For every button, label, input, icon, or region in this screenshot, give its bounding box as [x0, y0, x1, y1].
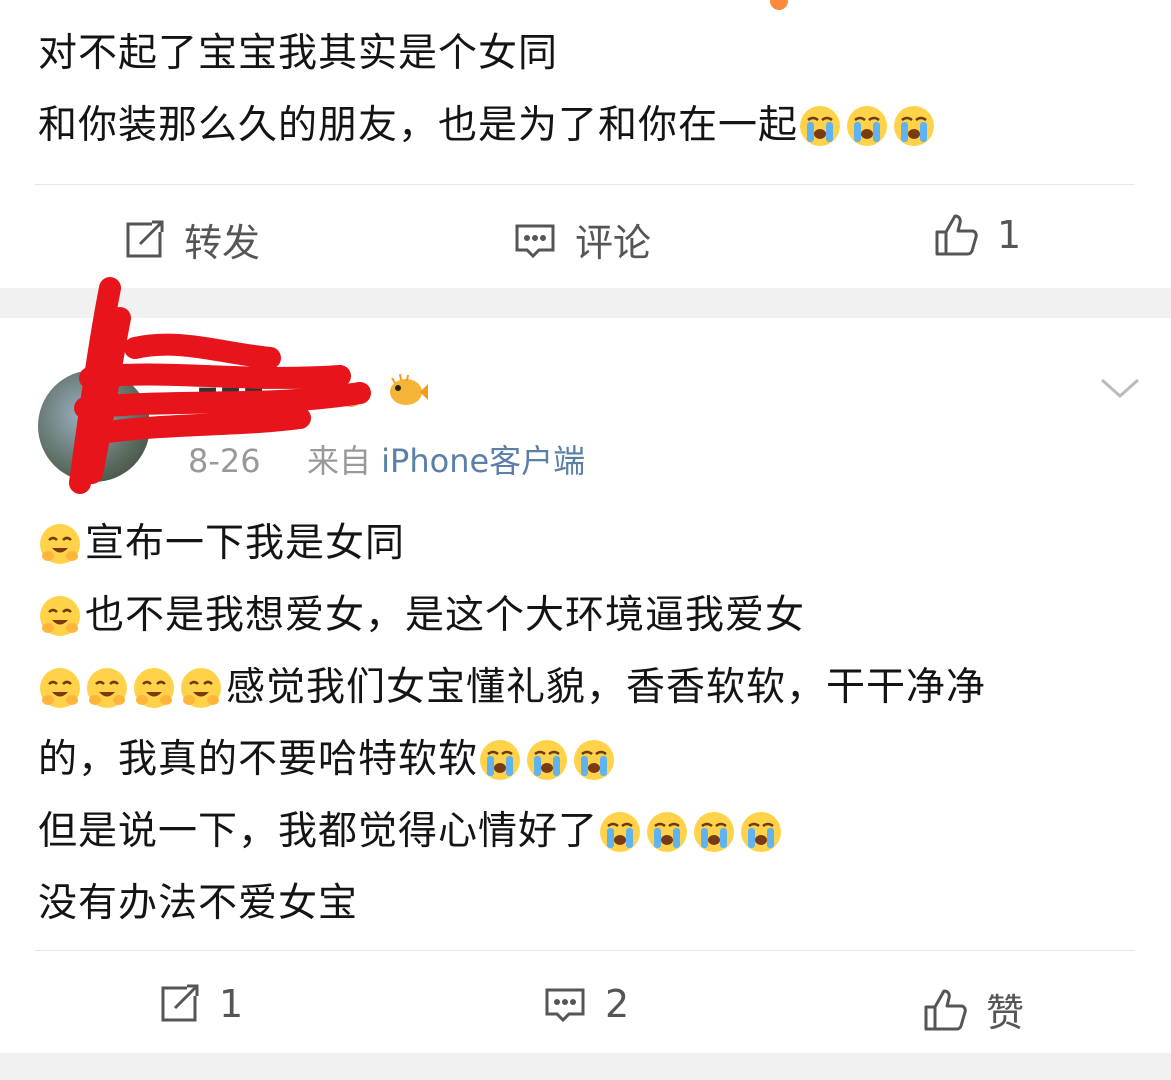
post-line: 宣布一下我是女同: [38, 508, 986, 580]
source-prefix: 来自: [306, 442, 371, 480]
like-button[interactable]: 1: [933, 212, 1021, 258]
divider: [35, 950, 1135, 951]
comment-icon: [545, 988, 585, 1023]
chevron-down-icon[interactable]: [1098, 374, 1142, 402]
repost-icon: [126, 220, 164, 257]
repost-button[interactable]: 1: [157, 982, 243, 1026]
comment-button[interactable]: 2: [543, 982, 629, 1026]
crying-face-icon: [527, 740, 568, 780]
crying-face-icon: [480, 740, 521, 780]
post-line: 感觉我们女宝懂礼貌，香香软软，干干净净: [38, 652, 986, 724]
post-line: 对不起了宝宝我其实是个女同: [38, 18, 939, 90]
crying-face-icon: [741, 812, 782, 852]
divider: [35, 184, 1135, 185]
repost-icon: [161, 984, 199, 1022]
comment-button[interactable]: 评论: [513, 212, 651, 267]
post-line-text: 也不是我想爱女，是这个大环境逼我爱女: [85, 593, 806, 638]
post-line: 也不是我想爱女，是这个大环境逼我爱女: [38, 580, 986, 652]
post-line: 和你装那么久的朋友，也是为了和你在一起: [38, 90, 939, 162]
post-line-text: 和你装那么久的朋友，也是为了和你在一起: [38, 103, 799, 148]
like-button[interactable]: 赞: [922, 982, 1024, 1037]
hugging-face-icon: [40, 596, 80, 636]
crying-face-icon: [647, 812, 688, 852]
thumbs-up-icon: [935, 214, 978, 256]
post-line-text: 对不起了宝宝我其实是个女同: [38, 31, 559, 76]
crying-face-icon: [847, 106, 888, 146]
like-count: 1: [997, 213, 1022, 257]
hugging-face-icon: [40, 524, 80, 564]
notification-dot: [770, 0, 788, 10]
post-date: 8-26: [188, 442, 261, 480]
post-card-1: 对不起了宝宝我其实是个女同 和你装那么久的朋友，也是为了和你在一起 转发 评论 …: [0, 0, 1171, 288]
crying-face-icon: [894, 106, 935, 146]
source-link[interactable]: iPhone客户端: [381, 442, 585, 480]
post-line-text: 宣布一下我是女同: [85, 521, 406, 566]
post-card-2: ▪▪▪ 8-26 来自 iPhone客户端 宣布一下我是女同 也不是我想爱女，是…: [0, 277, 1171, 1053]
hugging-face-icon: [181, 668, 221, 708]
post-meta: 8-26 来自 iPhone客户端: [188, 436, 585, 482]
crying-face-icon: [694, 812, 735, 852]
crying-face-icon: [800, 106, 841, 146]
post-line: 的，我真的不要哈特软软: [38, 724, 986, 796]
hugging-face-icon: [87, 668, 127, 708]
post-line-text: 感觉我们女宝懂礼貌，香香软软，干干净净: [226, 665, 987, 710]
hugging-face-icon: [40, 668, 80, 708]
post-line-text: 没有办法不爱女宝: [38, 881, 359, 926]
post-text: 宣布一下我是女同 也不是我想爱女，是这个大环境逼我爱女 感觉我们女宝懂礼貌，香香…: [38, 508, 986, 940]
repost-count: 1: [219, 982, 244, 1026]
post-line: 没有办法不爱女宝: [38, 868, 986, 940]
comment-count: 2: [605, 982, 630, 1026]
comment-label: 评论: [575, 221, 652, 265]
pufferfish-icon: [390, 373, 428, 405]
hugging-face-icon: [134, 668, 174, 708]
post-line: 但是说一下，我都觉得心情好了: [38, 796, 986, 868]
comment-icon: [515, 224, 555, 258]
post-line-text: 但是说一下，我都觉得心情好了: [38, 809, 599, 854]
crying-face-icon: [600, 812, 641, 852]
like-label: 赞: [986, 991, 1025, 1035]
post-text: 对不起了宝宝我其实是个女同 和你装那么久的朋友，也是为了和你在一起: [38, 18, 939, 162]
crying-face-icon: [574, 740, 615, 780]
thumbs-up-icon: [924, 989, 967, 1030]
post-line-text: 的，我真的不要哈特软软: [38, 737, 479, 782]
